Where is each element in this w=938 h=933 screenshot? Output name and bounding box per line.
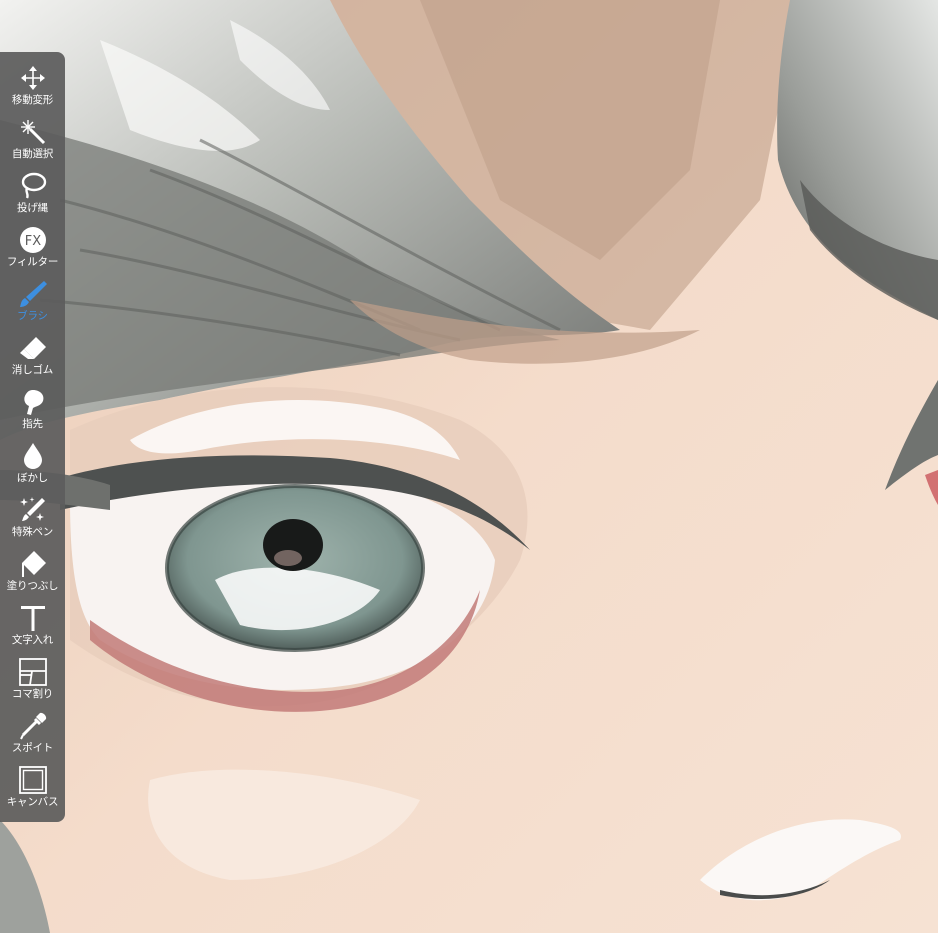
tool-filter[interactable]: FX フィルター (0, 224, 65, 278)
tool-move[interactable]: 移動変形 (0, 62, 65, 116)
tool-label: 塗りつぶし (6, 580, 59, 592)
tool-label: 移動変形 (11, 94, 54, 106)
tool-label: ぼかし (17, 472, 48, 484)
eraser-icon (18, 333, 48, 363)
magic-wand-icon (18, 117, 48, 147)
tool-magic-wand[interactable]: 自動選択 (0, 116, 65, 170)
tool-label: コマ割り (11, 688, 54, 700)
tool-eyedropper[interactable]: スポイト (0, 710, 65, 764)
text-icon (18, 603, 48, 633)
brush-icon (18, 279, 48, 309)
move-arrows-icon (18, 63, 48, 93)
tool-lasso[interactable]: 投げ縄 (0, 170, 65, 224)
fx-icon: FX (18, 225, 48, 255)
tool-fill[interactable]: 塗りつぶし (0, 548, 65, 602)
special-pen-icon (18, 495, 48, 525)
tool-label: フィルター (6, 256, 59, 268)
tool-label: 消しゴム (11, 364, 54, 376)
tool-canvas[interactable]: キャンバス (0, 764, 65, 818)
blur-drop-icon (18, 441, 48, 471)
fill-bucket-icon (18, 549, 48, 579)
tool-text[interactable]: 文字入れ (0, 602, 65, 656)
tool-label: 自動選択 (11, 148, 54, 160)
tool-label: 指先 (22, 418, 43, 430)
tool-frame-divider[interactable]: コマ割り (0, 656, 65, 710)
tool-blur[interactable]: ぼかし (0, 440, 65, 494)
drawing-canvas[interactable] (0, 0, 938, 933)
tool-label: スポイト (11, 742, 54, 754)
tool-label: 文字入れ (11, 634, 54, 646)
lasso-icon (18, 171, 48, 201)
tool-special-pen[interactable]: 特殊ペン (0, 494, 65, 548)
frame-divider-icon (18, 657, 48, 687)
tool-label: 投げ縄 (17, 202, 48, 214)
canvas-icon (18, 765, 48, 795)
tool-smudge[interactable]: 指先 (0, 386, 65, 440)
tool-palette: 移動変形 自動選択 投げ縄 FX フィルター ブラシ 消しゴム 指先 ぼかし 特… (0, 52, 65, 822)
tool-brush[interactable]: ブラシ (0, 278, 65, 332)
tool-label: キャンバス (6, 796, 59, 808)
tool-label: 特殊ペン (11, 526, 54, 538)
smudge-icon (18, 387, 48, 417)
tool-eraser[interactable]: 消しゴム (0, 332, 65, 386)
svg-text:FX: FX (24, 234, 40, 249)
eyedropper-icon (18, 711, 48, 741)
tool-label: ブラシ (17, 310, 48, 322)
